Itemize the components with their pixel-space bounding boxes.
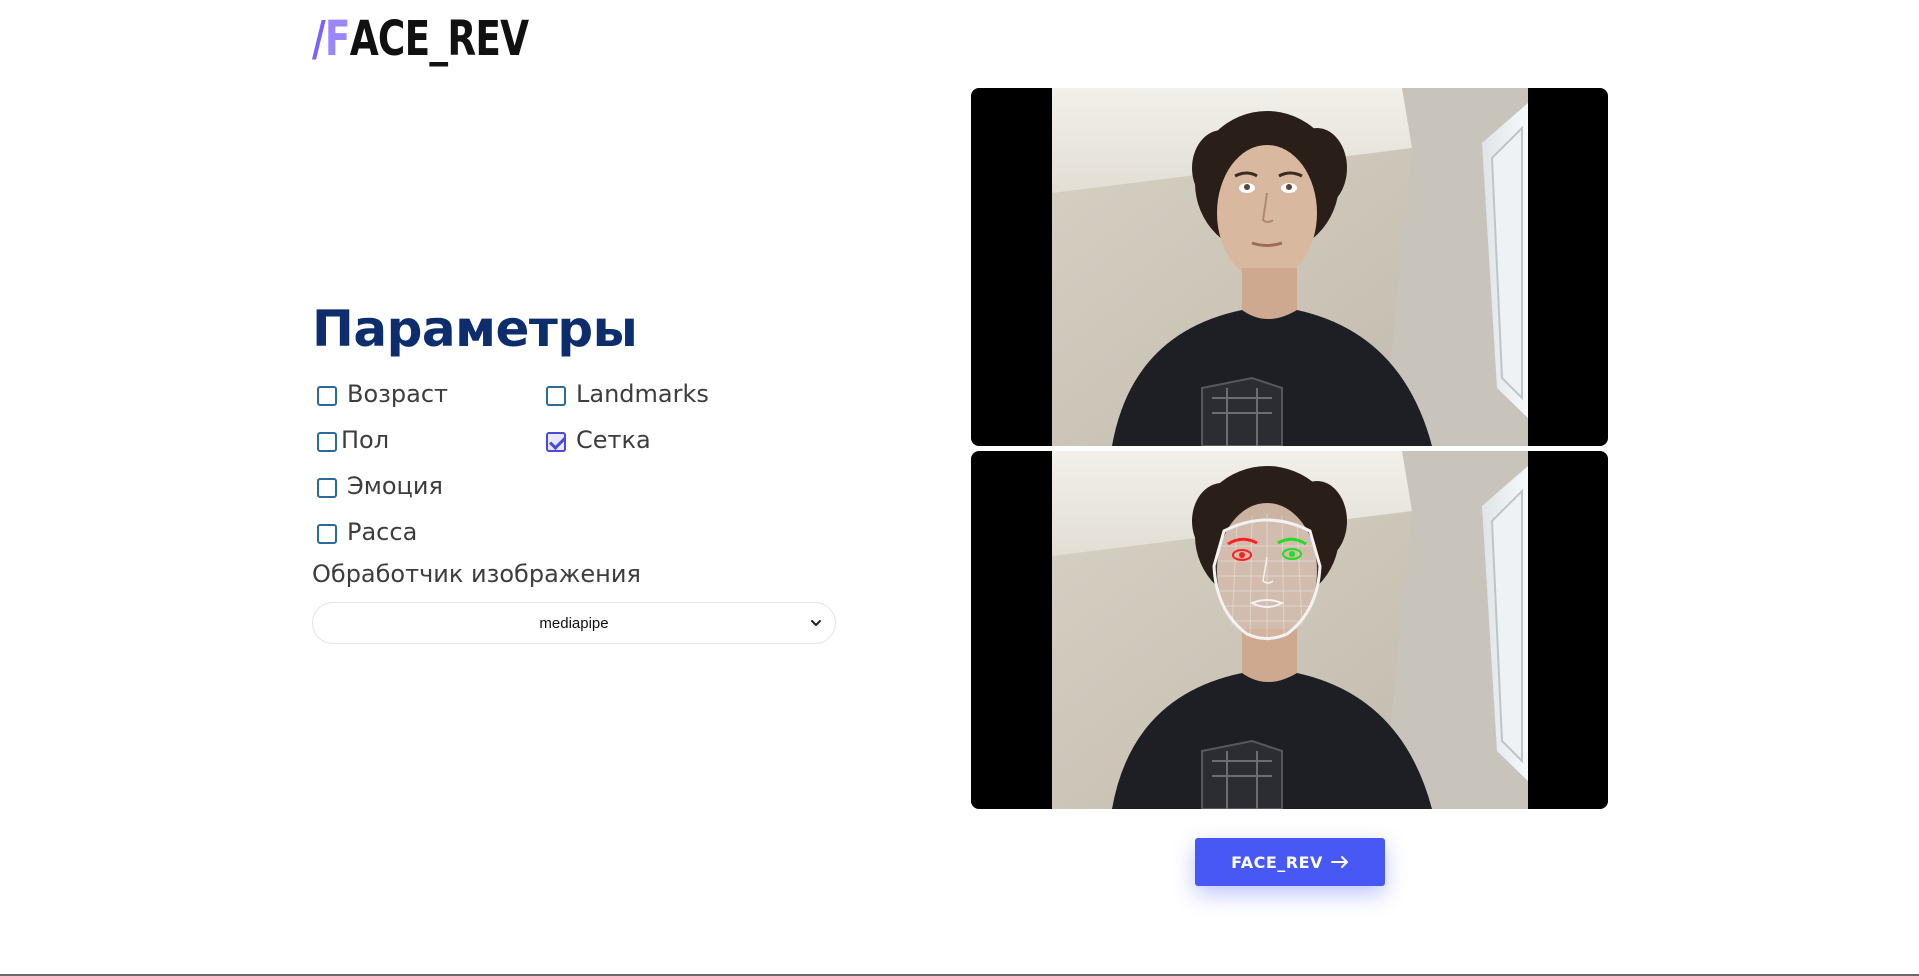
handler-select[interactable]: mediapipe [312,602,836,644]
params-title: Параметры [312,300,638,358]
option-gender-label: Пол [341,426,390,454]
landmarks-checkbox[interactable] [546,386,566,406]
emotion-checkbox[interactable] [317,478,337,498]
option-age[interactable]: Возраст [317,380,448,408]
option-mesh-label: Сетка [576,426,651,454]
age-checkbox[interactable] [317,386,337,406]
processed-frame [971,451,1608,809]
option-mesh[interactable]: Сетка [546,426,651,454]
option-age-label: Возраст [347,380,449,408]
chevron-down-icon [811,620,821,626]
webcam-image [1052,88,1528,446]
logo-text: CE_REV [377,11,529,67]
option-race[interactable]: Расса [317,518,417,546]
option-landmarks[interactable]: Landmarks [546,380,709,408]
app-logo[interactable]: / F A CE_REV [312,11,529,67]
face-rev-button[interactable]: FACE_REV [1195,838,1385,886]
gender-checkbox[interactable] [317,432,337,452]
webcam-frame [971,88,1608,446]
logo-slash: / [312,11,326,67]
processed-image [1052,451,1528,809]
handler-label: Обработчик изображения [312,560,641,588]
option-emotion[interactable]: Эмоция [317,472,443,500]
logo-letter-a: A [349,11,379,67]
arrow-right-icon [1330,855,1349,869]
race-checkbox[interactable] [317,524,337,544]
option-landmarks-label: Landmarks [576,380,709,408]
option-gender[interactable]: Пол [317,426,389,454]
mesh-checkbox[interactable] [546,432,566,452]
option-emotion-label: Эмоция [347,472,443,500]
logo-letter-f: F [324,11,351,67]
handler-select-value: mediapipe [539,614,609,632]
page: / F A CE_REV Параметры Возраст Landmarks… [0,0,1919,976]
option-race-label: Расса [347,518,418,546]
face-rev-button-label: FACE_REV [1231,852,1323,872]
